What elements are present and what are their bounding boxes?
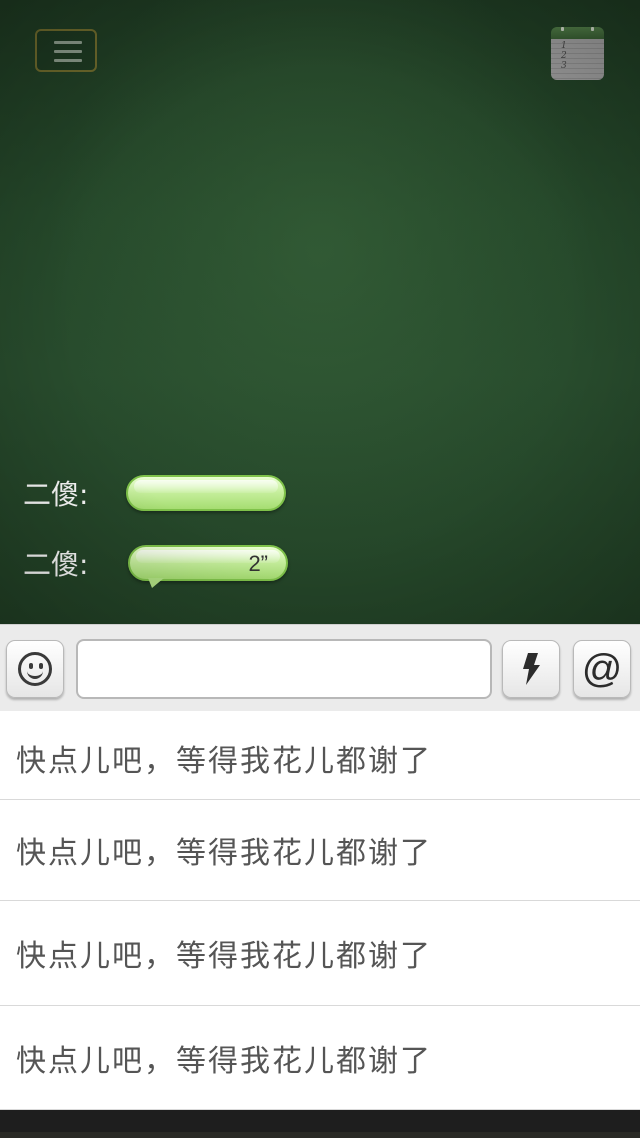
notepad-line: 2 bbox=[561, 51, 567, 61]
message-row: 二傻: 2” bbox=[23, 543, 288, 588]
bubble-tail bbox=[148, 578, 164, 588]
emoji-button[interactable] bbox=[6, 640, 64, 698]
quick-reply-button[interactable] bbox=[502, 640, 560, 698]
at-icon: @ bbox=[581, 647, 623, 691]
phrase-item[interactable]: 快点儿吧，等得我花儿都谢了 bbox=[0, 1006, 640, 1110]
smiley-mouth bbox=[27, 667, 43, 679]
bottom-strip bbox=[0, 1132, 640, 1138]
hamburger-icon bbox=[54, 41, 82, 44]
menu-button[interactable] bbox=[35, 29, 97, 72]
chat-board: 1 2 3 二傻: 二傻: 2” bbox=[0, 0, 640, 624]
notepad-line: 1 bbox=[561, 41, 567, 51]
hamburger-icon-bar bbox=[54, 59, 82, 62]
phrase-item[interactable]: 快点儿吧，等得我花儿都谢了 bbox=[0, 901, 640, 1006]
phrase-text: 快点儿吧，等得我花儿都谢了 bbox=[16, 1043, 432, 1079]
hamburger-icon-bar bbox=[54, 50, 82, 53]
smiley-icon bbox=[18, 652, 52, 686]
input-bar: @ bbox=[0, 624, 640, 711]
notepad-line: 3 bbox=[561, 61, 567, 71]
message-sender: 二傻: bbox=[23, 478, 89, 511]
message-input[interactable] bbox=[76, 639, 492, 699]
phrase-text: 快点儿吧，等得我花儿都谢了 bbox=[16, 744, 432, 779]
message-sender: 二傻: bbox=[23, 548, 89, 581]
phrase-list: 快点儿吧，等得我花儿都谢了 快点儿吧，等得我花儿都谢了 快点儿吧，等得我花儿都谢… bbox=[0, 711, 640, 1110]
notepad-paper: 1 2 3 bbox=[551, 39, 604, 80]
phrase-text: 快点儿吧，等得我花儿都谢了 bbox=[16, 939, 432, 974]
mention-button[interactable]: @ bbox=[573, 640, 631, 698]
voice-duration: 2” bbox=[248, 551, 268, 576]
notepad-button[interactable]: 1 2 3 bbox=[551, 27, 604, 80]
phrase-item[interactable]: 快点儿吧，等得我花儿都谢了 bbox=[0, 800, 640, 901]
notepad-ring bbox=[561, 27, 564, 31]
message-row: 二傻: bbox=[23, 473, 286, 513]
voice-message-bubble[interactable]: 2” bbox=[128, 545, 288, 588]
phrase-text: 快点儿吧，等得我花儿都谢了 bbox=[16, 836, 432, 871]
notepad-ring bbox=[591, 27, 594, 31]
voice-message-bubble[interactable] bbox=[126, 475, 286, 511]
lightning-icon bbox=[523, 653, 540, 685]
phrase-item[interactable]: 快点儿吧，等得我花儿都谢了 bbox=[0, 711, 640, 800]
